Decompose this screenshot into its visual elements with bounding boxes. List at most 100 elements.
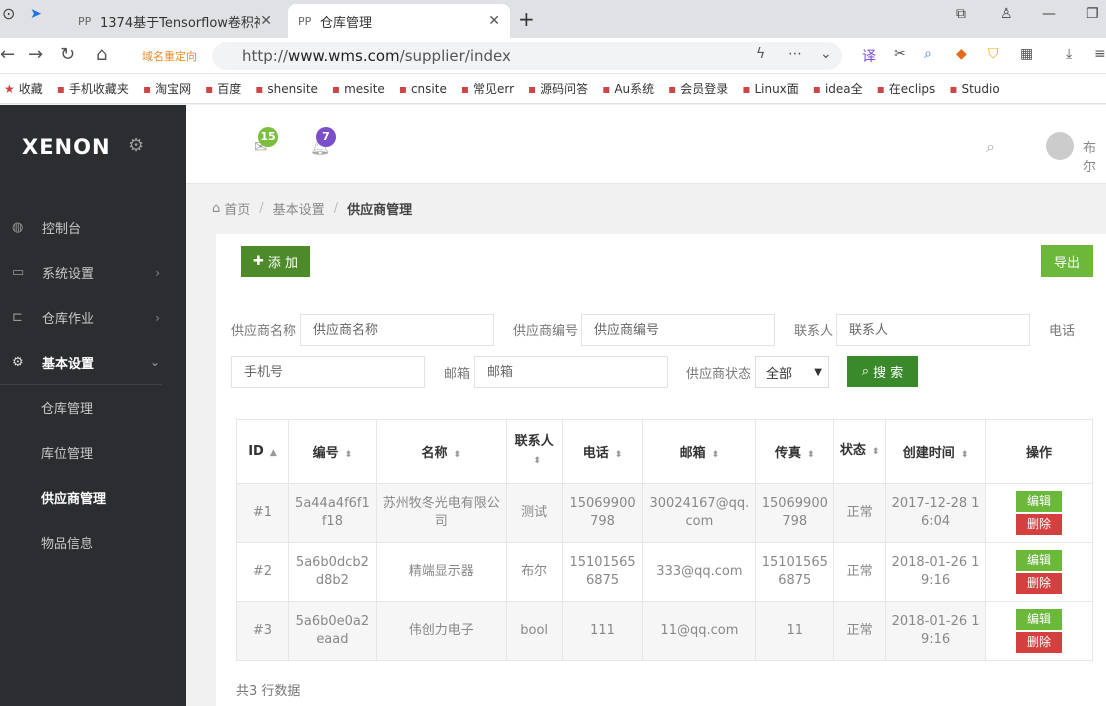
column-header[interactable]: 邮箱 ⬍ — [642, 419, 757, 484]
column-header[interactable]: 编号 ⬍ — [287, 419, 377, 484]
search-button[interactable]: ⌕ 搜 索 — [847, 356, 918, 387]
bookmark-item[interactable]: ▪ shensite — [255, 82, 318, 96]
edit-button[interactable]: 编辑 — [1016, 491, 1062, 512]
edit-button[interactable]: 编辑 — [1016, 550, 1062, 571]
column-header[interactable]: 创建时间 ⬍ — [885, 419, 987, 484]
sidebar-item-basic-settings[interactable]: ⚙ 基本设置 ⌄ — [0, 340, 162, 385]
export-button[interactable]: 导出 — [1041, 245, 1093, 277]
sidebar-item-warehouse-ops[interactable]: ⊏ 仓库作业 › — [0, 295, 186, 340]
bookmark-label: 常见err — [472, 82, 515, 96]
close-icon[interactable]: ✕ — [488, 13, 500, 29]
forward-icon[interactable]: → — [28, 44, 43, 65]
bookmark-item[interactable]: ▪ Studio — [949, 82, 999, 96]
bookmark-item[interactable]: ▪ cnsite — [399, 82, 447, 96]
bookmark-item[interactable]: ★ 收藏 — [4, 80, 43, 97]
cell-name: 苏州牧冬光电有限公司 — [375, 483, 507, 543]
home-icon[interactable]: ⌂ — [96, 44, 107, 65]
bookmark-item[interactable]: ▪ 淘宝网 — [143, 80, 191, 97]
column-header[interactable]: 电话 ⬍ — [561, 419, 644, 484]
delete-button[interactable]: 删除 — [1016, 632, 1062, 653]
bookmark-item[interactable]: ▪ 百度 — [205, 80, 241, 97]
column-header-label: 名称 — [421, 446, 448, 461]
minimize-icon[interactable]: — — [1042, 6, 1056, 22]
column-header[interactable]: 传真 ⬍ — [755, 419, 835, 484]
delete-button[interactable]: 删除 — [1016, 514, 1062, 535]
sidebar-item-system-settings[interactable]: ▭ 系统设置 › — [0, 250, 186, 295]
reload-icon[interactable]: ↻ — [60, 44, 75, 65]
bookmark-item[interactable]: ▪ 手机收藏夹 — [57, 80, 129, 97]
column-header[interactable]: 联系人 ⬍ — [505, 419, 563, 484]
shield-icon[interactable]: ⛉ — [988, 46, 999, 62]
download-icon[interactable]: ⤓ — [1066, 46, 1072, 62]
bookmark-item[interactable]: ▪ 在eclips — [877, 80, 936, 97]
email-input[interactable] — [474, 356, 668, 388]
supplier-code-input[interactable] — [581, 314, 775, 346]
tab-tensorflow[interactable]: PP 1374基于Tensorflow卷积神经 ✕ — [68, 4, 282, 38]
status-select[interactable]: 全部 ▼ — [755, 356, 829, 388]
sidebar-item-dashboard[interactable]: ◍ 控制台 — [0, 205, 186, 250]
menu-icon[interactable]: ≡ — [1094, 46, 1106, 62]
user-name[interactable]: 布尔 — [1083, 137, 1106, 175]
sidebar-subitem-warehouse[interactable]: 仓库管理 — [0, 385, 186, 430]
column-header: 操作 — [985, 419, 1093, 484]
shirt-icon[interactable]: ♙ — [1000, 6, 1013, 22]
bookmark-item[interactable]: ▪ 常见err — [461, 80, 514, 97]
chevron-down-icon[interactable]: ⌄ — [820, 46, 832, 62]
bookmark-label: 手机收藏夹 — [68, 82, 129, 96]
column-header[interactable]: 状态 ⬍ — [833, 419, 887, 484]
cell-created: 2018-01-26 19:16 — [885, 601, 987, 661]
avatar[interactable] — [1046, 132, 1074, 160]
apps-icon[interactable]: ▦ — [1020, 46, 1033, 62]
more-icon[interactable]: ⋯ — [788, 46, 802, 62]
bookmark-label: Au系统 — [614, 82, 655, 96]
search-ext-icon[interactable]: ⌕ — [924, 46, 932, 62]
lightning-icon[interactable]: ϟ — [756, 46, 765, 62]
search-icon[interactable]: ⌕ — [986, 137, 995, 157]
tab-warehouse[interactable]: PP 仓库管理 ✕ — [288, 4, 510, 38]
column-header[interactable]: ID ▲ — [236, 419, 289, 484]
bookmark-item[interactable]: ▪ Linux面 — [742, 80, 798, 97]
edit-button[interactable]: 编辑 — [1016, 609, 1062, 630]
cell-phone: 111 — [561, 601, 644, 661]
cell-fax: 151015656875 — [755, 542, 835, 602]
supplier-name-input[interactable] — [300, 314, 494, 346]
redirect-notice[interactable]: 域名重定向 — [142, 48, 197, 64]
sidebar-subitem-items[interactable]: 物品信息 — [0, 520, 186, 565]
bookmark-item[interactable]: ▪ idea全 — [813, 80, 863, 97]
sort-icon: ⬍ — [614, 450, 623, 460]
browser-menu-icon[interactable]: ⊙ — [2, 4, 15, 23]
bookmark-item[interactable]: ▪ Au系统 — [602, 80, 654, 97]
tab-count-icon[interactable]: ⧉ — [956, 6, 966, 22]
sidebar-subitem-location[interactable]: 库位管理 — [0, 430, 186, 475]
app-logo[interactable]: XENON — [22, 135, 111, 159]
column-header-label: 创建时间 — [902, 446, 955, 461]
url-input[interactable]: http://www.wms.com/supplier/index — [212, 42, 842, 70]
column-header-label: 电话 — [582, 446, 609, 461]
delete-button[interactable]: 删除 — [1016, 573, 1062, 594]
bookmark-item[interactable]: ▪ mesite — [332, 82, 385, 96]
settings-gear-icon[interactable]: ⚙ — [128, 135, 144, 156]
column-header[interactable]: 名称 ⬍ — [375, 419, 507, 484]
table-header-row: ID ▲ 编号 ⬍ 名称 ⬍ 联系人 ⬍ 电话 ⬍ 邮箱 ⬍ 传真 ⬍ 状态 ⬍ 创建时间 ⬍ 操作 — [236, 419, 1093, 484]
breadcrumb-basic-settings[interactable]: 基本设置 — [273, 199, 325, 218]
navigation-icon[interactable]: ➤ — [30, 6, 42, 22]
restore-icon[interactable]: ❐ — [1086, 6, 1099, 22]
bookmark-item[interactable]: ▪ 源码问答 — [528, 80, 588, 97]
contact-input[interactable] — [836, 314, 1030, 346]
game-icon[interactable]: ◆ — [956, 46, 967, 62]
close-icon[interactable]: ✕ — [260, 13, 272, 29]
phone-input[interactable] — [231, 356, 425, 388]
cell-email: 333@qq.com — [642, 542, 757, 602]
breadcrumb-home[interactable]: 首页 — [224, 199, 250, 218]
translate-icon[interactable]: 译 — [862, 46, 876, 66]
add-button[interactable]: ✚ 添 加 — [241, 246, 310, 277]
scissors-icon[interactable]: ✂ — [894, 46, 906, 62]
back-icon[interactable]: ← — [0, 44, 15, 65]
new-tab-button[interactable]: + — [518, 7, 535, 31]
sort-icon: ▲ — [269, 448, 277, 458]
top-header: ✉ 15 🔔︎ 7 ⌕ 布尔 — [186, 105, 1106, 184]
table-row: #2 5a6b0dcb2d8b2 精端显示器 布尔 151015656875 333@qq… — [236, 542, 1093, 602]
tab-favicon-icon: PP — [298, 15, 312, 28]
sidebar-subitem-supplier[interactable]: 供应商管理 — [0, 475, 186, 520]
bookmark-item[interactable]: ▪ 会员登录 — [668, 80, 728, 97]
